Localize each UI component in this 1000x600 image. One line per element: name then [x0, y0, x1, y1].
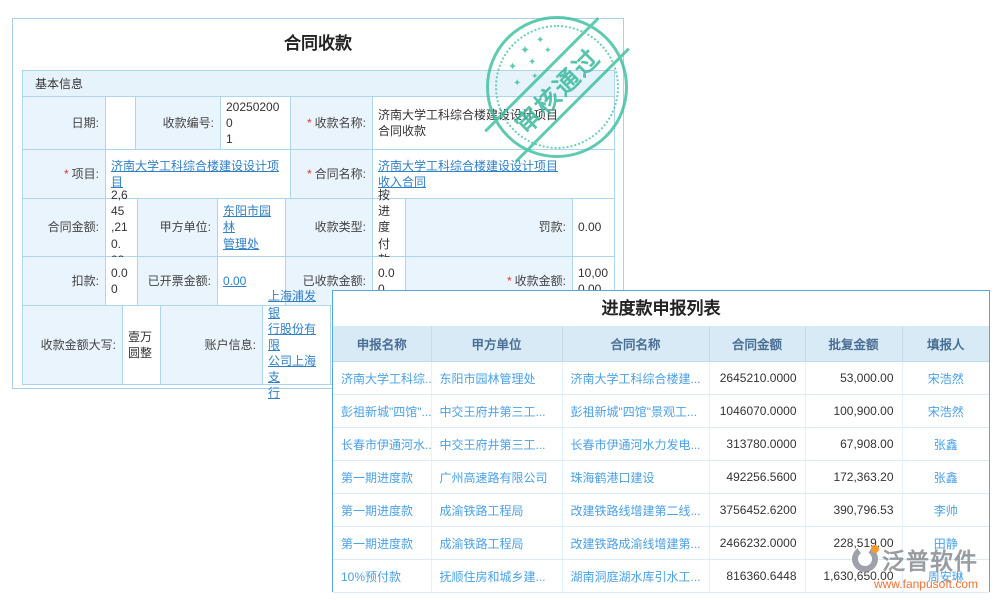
declaration-name-cell[interactable]: 济南大学工科综...: [333, 362, 431, 395]
contract-amount-cell: 1046070.0000: [709, 395, 805, 428]
col-header-declaration-name: 申报名称: [333, 326, 431, 362]
party-a-link[interactable]: 东阳市园林 管理处: [223, 203, 280, 252]
contract-amount-label: 合同金额:: [23, 199, 106, 257]
date-value: [106, 97, 136, 150]
invoiced-amount-link[interactable]: 0.00: [223, 273, 246, 289]
form-row-3: 合同金额: 2,645 ,210. 00 甲方单位: 东阳市园林 管理处 收款类…: [23, 199, 615, 257]
reporter-cell[interactable]: 田静: [902, 527, 989, 560]
date-label: 日期:: [23, 97, 106, 150]
col-header-reporter: 填报人: [902, 326, 989, 362]
party-a-cell[interactable]: 成渝铁路工程局: [431, 527, 562, 560]
reporter-cell[interactable]: 宋浩然: [902, 395, 989, 428]
col-header-contract-amount: 合同金额: [709, 326, 805, 362]
table-row: 第一期进度款 成渝铁路工程局 改建铁路线增建第二线... 3756452.620…: [333, 494, 989, 527]
table-row: 10%预付款 抚顺住房和城乡建... 湖南洞庭湖水库引水工... 816360.…: [333, 560, 989, 593]
receipt-no-label: 收款编号:: [136, 97, 221, 150]
declaration-name-cell[interactable]: 10%预付款: [333, 560, 431, 593]
table-header-row: 申报名称 甲方单位 合同名称 合同金额 批复金额 填报人: [333, 326, 989, 362]
receipt-name-value: 济南大学工科综合楼建设设计项目 合同收款: [373, 97, 615, 150]
receipt-no-value: 202502000 1: [221, 97, 291, 150]
project-label: *项目:: [23, 150, 106, 199]
receipt-type-value: 按进 度付 款: [373, 199, 406, 257]
table-row: 济南大学工科综... 东阳市园林管理处 济南大学工科综合楼建... 264521…: [333, 362, 989, 395]
contract-amount-cell: 816360.6448: [709, 560, 805, 593]
approved-amount-cell: 1,630,650.00: [805, 560, 902, 593]
contract-name-cell[interactable]: 改建铁路线增建第二线...: [562, 494, 709, 527]
contract-name-cell[interactable]: 彭祖新城"四馆"景观工...: [562, 395, 709, 428]
account-info-label: 账户信息:: [161, 306, 263, 385]
contract-name-cell[interactable]: 珠海鹤港口建设: [562, 461, 709, 494]
party-a-cell[interactable]: 成渝铁路工程局: [431, 494, 562, 527]
contract-name-value: 济南大学工科综合楼建设设计项目 收入合同: [373, 150, 615, 199]
account-info-value: 上海浦发银 行股份有限 公司上海支 行: [263, 306, 331, 385]
account-info-link[interactable]: 上海浦发银 行股份有限 公司上海支 行: [268, 288, 325, 401]
approved-amount-cell: 390,796.53: [805, 494, 902, 527]
project-value: 济南大学工科综合楼建设设计项目: [106, 150, 291, 199]
contract-amount-cell: 2645210.0000: [709, 362, 805, 395]
deduction-label: 扣款:: [23, 257, 106, 306]
party-a-label: 甲方单位:: [138, 199, 218, 257]
form-row-1: 日期: 收款编号: 202502000 1 *收款名称: 济南大学工科综合楼建设…: [23, 97, 615, 150]
party-a-cell[interactable]: 东阳市园林管理处: [431, 362, 562, 395]
required-icon: *: [507, 273, 512, 289]
contract-amount-cell: 2466232.0000: [709, 527, 805, 560]
declaration-name-cell[interactable]: 彭祖新城"四馆"...: [333, 395, 431, 428]
col-header-approved-amount: 批复金额: [805, 326, 902, 362]
receipt-name-label: *收款名称:: [291, 97, 373, 150]
contract-amount-value: 2,645 ,210. 00: [106, 199, 138, 257]
approved-amount-cell: 53,000.00: [805, 362, 902, 395]
progress-payment-list-panel: 进度款申报列表 申报名称 甲方单位 合同名称 合同金额 批复金额 填报人 济南大…: [332, 290, 990, 592]
approved-amount-cell: 100,900.00: [805, 395, 902, 428]
declaration-name-cell[interactable]: 长春市伊通河水...: [333, 428, 431, 461]
form-title: 合同收款: [13, 29, 623, 54]
table-row: 长春市伊通河水... 中交王府井第三工... 长春市伊通河水力发电... 313…: [333, 428, 989, 461]
contract-amount-cell: 3756452.6200: [709, 494, 805, 527]
approved-amount-cell: 172,363.20: [805, 461, 902, 494]
party-a-value: 东阳市园林 管理处: [218, 199, 286, 257]
contract-name-link[interactable]: 济南大学工科综合楼建设设计项目 收入合同: [378, 158, 558, 190]
party-a-cell[interactable]: 中交王府井第三工...: [431, 428, 562, 461]
contract-amount-cell: 313780.0000: [709, 428, 805, 461]
reporter-cell[interactable]: 张鑫: [902, 461, 989, 494]
progress-payment-table: 申报名称 甲方单位 合同名称 合同金额 批复金额 填报人 济南大学工科综... …: [333, 326, 989, 593]
table-row: 第一期进度款 广州高速路有限公司 珠海鹤港口建设 492256.5600 172…: [333, 461, 989, 494]
amount-in-words-value: 壹万 圆整: [123, 306, 161, 385]
required-icon: *: [64, 166, 69, 182]
contract-name-label: *合同名称:: [291, 150, 373, 199]
required-icon: *: [307, 115, 312, 131]
contract-name-cell[interactable]: 长春市伊通河水力发电...: [562, 428, 709, 461]
contract-name-cell[interactable]: 湖南洞庭湖水库引水工...: [562, 560, 709, 593]
declaration-name-cell[interactable]: 第一期进度款: [333, 461, 431, 494]
col-header-contract-name: 合同名称: [562, 326, 709, 362]
contract-name-cell[interactable]: 济南大学工科综合楼建...: [562, 362, 709, 395]
party-a-cell[interactable]: 抚顺住房和城乡建...: [431, 560, 562, 593]
party-a-cell[interactable]: 广州高速路有限公司: [431, 461, 562, 494]
list-title: 进度款申报列表: [333, 291, 989, 326]
contract-name-cell[interactable]: 改建铁路成渝线增建第...: [562, 527, 709, 560]
receipt-type-label: 收款类型:: [286, 199, 373, 257]
project-link[interactable]: 济南大学工科综合楼建设设计项目: [111, 158, 285, 190]
approved-amount-cell: 67,908.00: [805, 428, 902, 461]
col-header-party-a: 甲方单位: [431, 326, 562, 362]
reporter-cell[interactable]: 张鑫: [902, 428, 989, 461]
reporter-cell[interactable]: 宋浩然: [902, 362, 989, 395]
declaration-name-cell[interactable]: 第一期进度款: [333, 527, 431, 560]
reporter-cell[interactable]: 周安琳: [902, 560, 989, 593]
table-row: 第一期进度款 成渝铁路工程局 改建铁路成渝线增建第... 2466232.000…: [333, 527, 989, 560]
declaration-name-cell[interactable]: 第一期进度款: [333, 494, 431, 527]
reporter-cell[interactable]: 李帅: [902, 494, 989, 527]
invoiced-amount-label: 已开票金额:: [138, 257, 218, 306]
amount-in-words-label: 收款金额大写:: [23, 306, 123, 385]
section-header-basic-info: 基本信息: [23, 71, 615, 97]
penalty-value: 0.00: [573, 199, 615, 257]
penalty-label: 罚款:: [406, 199, 573, 257]
deduction-value: 0.00: [106, 257, 138, 306]
approved-amount-cell: 228,519.00: [805, 527, 902, 560]
required-icon: *: [307, 166, 312, 182]
party-a-cell[interactable]: 中交王府井第三工...: [431, 395, 562, 428]
contract-amount-cell: 492256.5600: [709, 461, 805, 494]
table-row: 彭祖新城"四馆"... 中交王府井第三工... 彭祖新城"四馆"景观工... 1…: [333, 395, 989, 428]
